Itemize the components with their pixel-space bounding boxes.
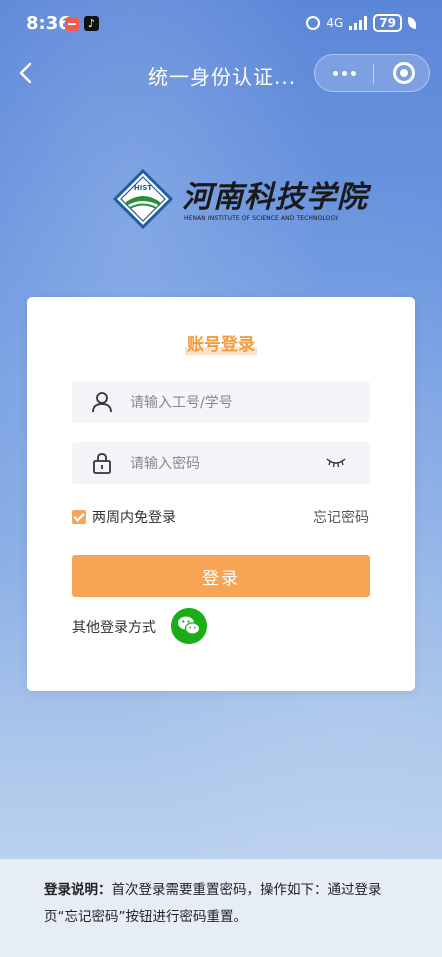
mini-program-capsule — [314, 54, 430, 92]
password-field[interactable] — [72, 442, 370, 486]
more-icon[interactable] — [333, 71, 356, 76]
forgot-password-link[interactable]: 忘记密码 — [313, 507, 369, 527]
other-login-label: 其他登录方式 — [72, 620, 156, 636]
close-mini-program-icon[interactable] — [393, 62, 415, 84]
login-button[interactable]: 登录 — [72, 555, 370, 597]
app-notification-icon — [65, 17, 79, 31]
eye-closed-icon[interactable] — [326, 456, 346, 470]
notice-label: 登录说明： — [44, 882, 112, 898]
status-indicators: 4G 79 — [306, 14, 416, 32]
login-title-text: 账号登录 — [185, 335, 257, 355]
username-field[interactable] — [72, 381, 370, 425]
login-notice: 登录说明：首次登录需要重置密码，操作如下：通过登录页“忘记密码”按钮进行密码重置… — [0, 859, 442, 957]
network-type: 4G — [326, 16, 344, 30]
tiktok-icon: ♪ — [84, 16, 99, 31]
username-input[interactable] — [128, 381, 342, 425]
school-name-cn: 河南科技学院 — [182, 180, 368, 215]
capsule-divider — [373, 64, 374, 84]
school-logo: HIST 河南科技学院 HENAN INSTITUTE OF SCIENCE A… — [112, 168, 367, 230]
user-icon — [92, 392, 112, 413]
page-title: 统一身份认证... — [148, 65, 297, 89]
nav-bar: 统一身份认证... — [0, 48, 442, 100]
password-input[interactable] — [128, 442, 342, 486]
login-card: 账号登录 两周内免登录 忘记密码 登录 其他登录方式 — [27, 297, 415, 691]
school-name-en: HENAN INSTITUTE OF SCIENCE AND TECHNOLOG… — [184, 215, 339, 222]
back-icon[interactable] — [14, 60, 40, 86]
emblem-text: HIST — [134, 184, 153, 192]
school-emblem-icon: HIST — [112, 168, 174, 230]
remember-me: 两周内免登录 — [72, 508, 176, 526]
charging-leaf-icon — [408, 17, 416, 29]
signal-icon — [349, 16, 368, 30]
remember-label: 两周内免登录 — [92, 510, 176, 526]
wechat-icon[interactable] — [171, 608, 207, 644]
login-title: 账号登录 — [27, 330, 415, 355]
battery-indicator: 79 — [373, 14, 402, 32]
remember-checkbox[interactable] — [72, 510, 86, 524]
status-bar: 8:36 ♪ 4G 79 — [0, 0, 442, 48]
notice-text-block: 登录说明：首次登录需要重置密码，操作如下：通过登录页“忘记密码”按钮进行密码重置… — [44, 877, 394, 931]
lock-icon — [93, 453, 111, 474]
alarm-icon — [306, 16, 321, 30]
